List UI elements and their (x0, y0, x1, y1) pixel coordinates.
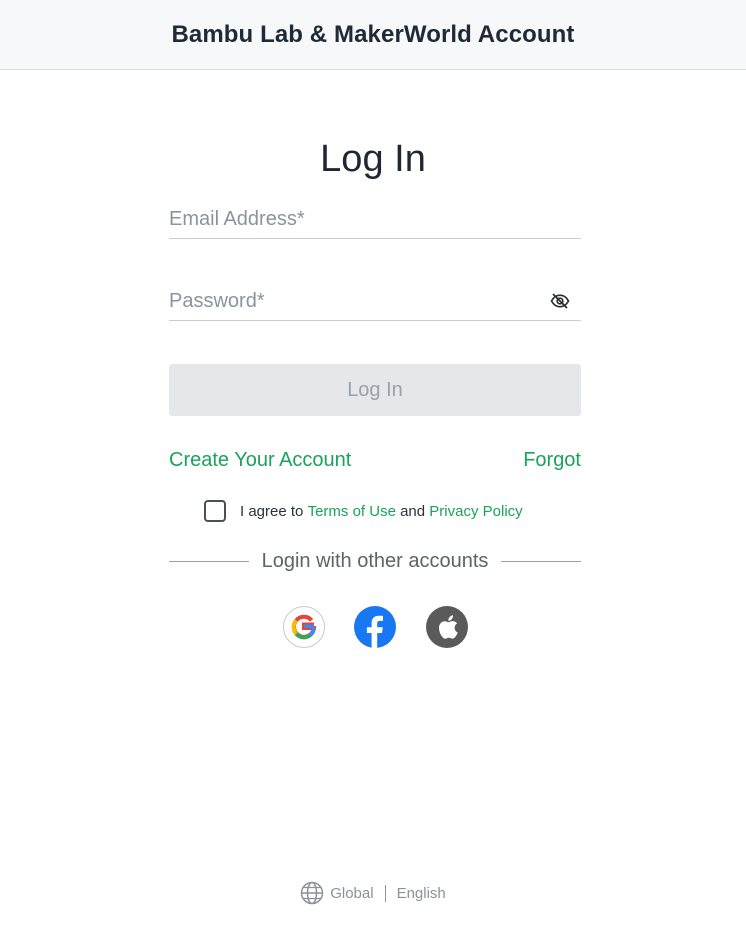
password-input[interactable] (169, 277, 581, 320)
privacy-policy-link[interactable]: Privacy Policy (429, 503, 522, 520)
globe-icon (300, 881, 324, 905)
footer: Global English (0, 879, 746, 907)
footer-divider (384, 884, 386, 902)
social-divider: Login with other accounts (169, 548, 581, 574)
divider-line-left (169, 560, 249, 562)
facebook-icon[interactable] (354, 606, 396, 648)
top-bar: Bambu Lab & MakerWorld Account (0, 0, 746, 70)
terms-of-use-link[interactable]: Terms of Use (308, 503, 396, 520)
agreement-conjunction: and (400, 502, 426, 520)
create-account-link[interactable]: Create Your Account (169, 449, 351, 472)
password-field (169, 277, 581, 321)
apple-icon[interactable] (426, 606, 468, 648)
forgot-password-link[interactable]: Forgot (523, 449, 581, 472)
social-divider-text: Login with other accounts (261, 549, 489, 572)
email-input[interactable] (169, 195, 581, 238)
region-selector[interactable]: Global (330, 885, 373, 902)
language-selector[interactable]: English (397, 885, 446, 902)
header-title: Bambu Lab & MakerWorld Account (171, 20, 575, 48)
divider-line-right (501, 560, 581, 562)
eye-slash-icon[interactable] (549, 291, 571, 311)
social-login-buttons (283, 606, 473, 648)
page-title: Log In (320, 138, 426, 180)
login-button[interactable]: Log In (169, 364, 581, 416)
email-field (169, 195, 581, 239)
agreement-prefix: I agree to (240, 502, 304, 520)
google-icon[interactable] (283, 606, 325, 648)
agree-checkbox[interactable] (204, 500, 226, 522)
agreement-row: I agree to Terms of Use and Privacy Poli… (204, 499, 523, 523)
